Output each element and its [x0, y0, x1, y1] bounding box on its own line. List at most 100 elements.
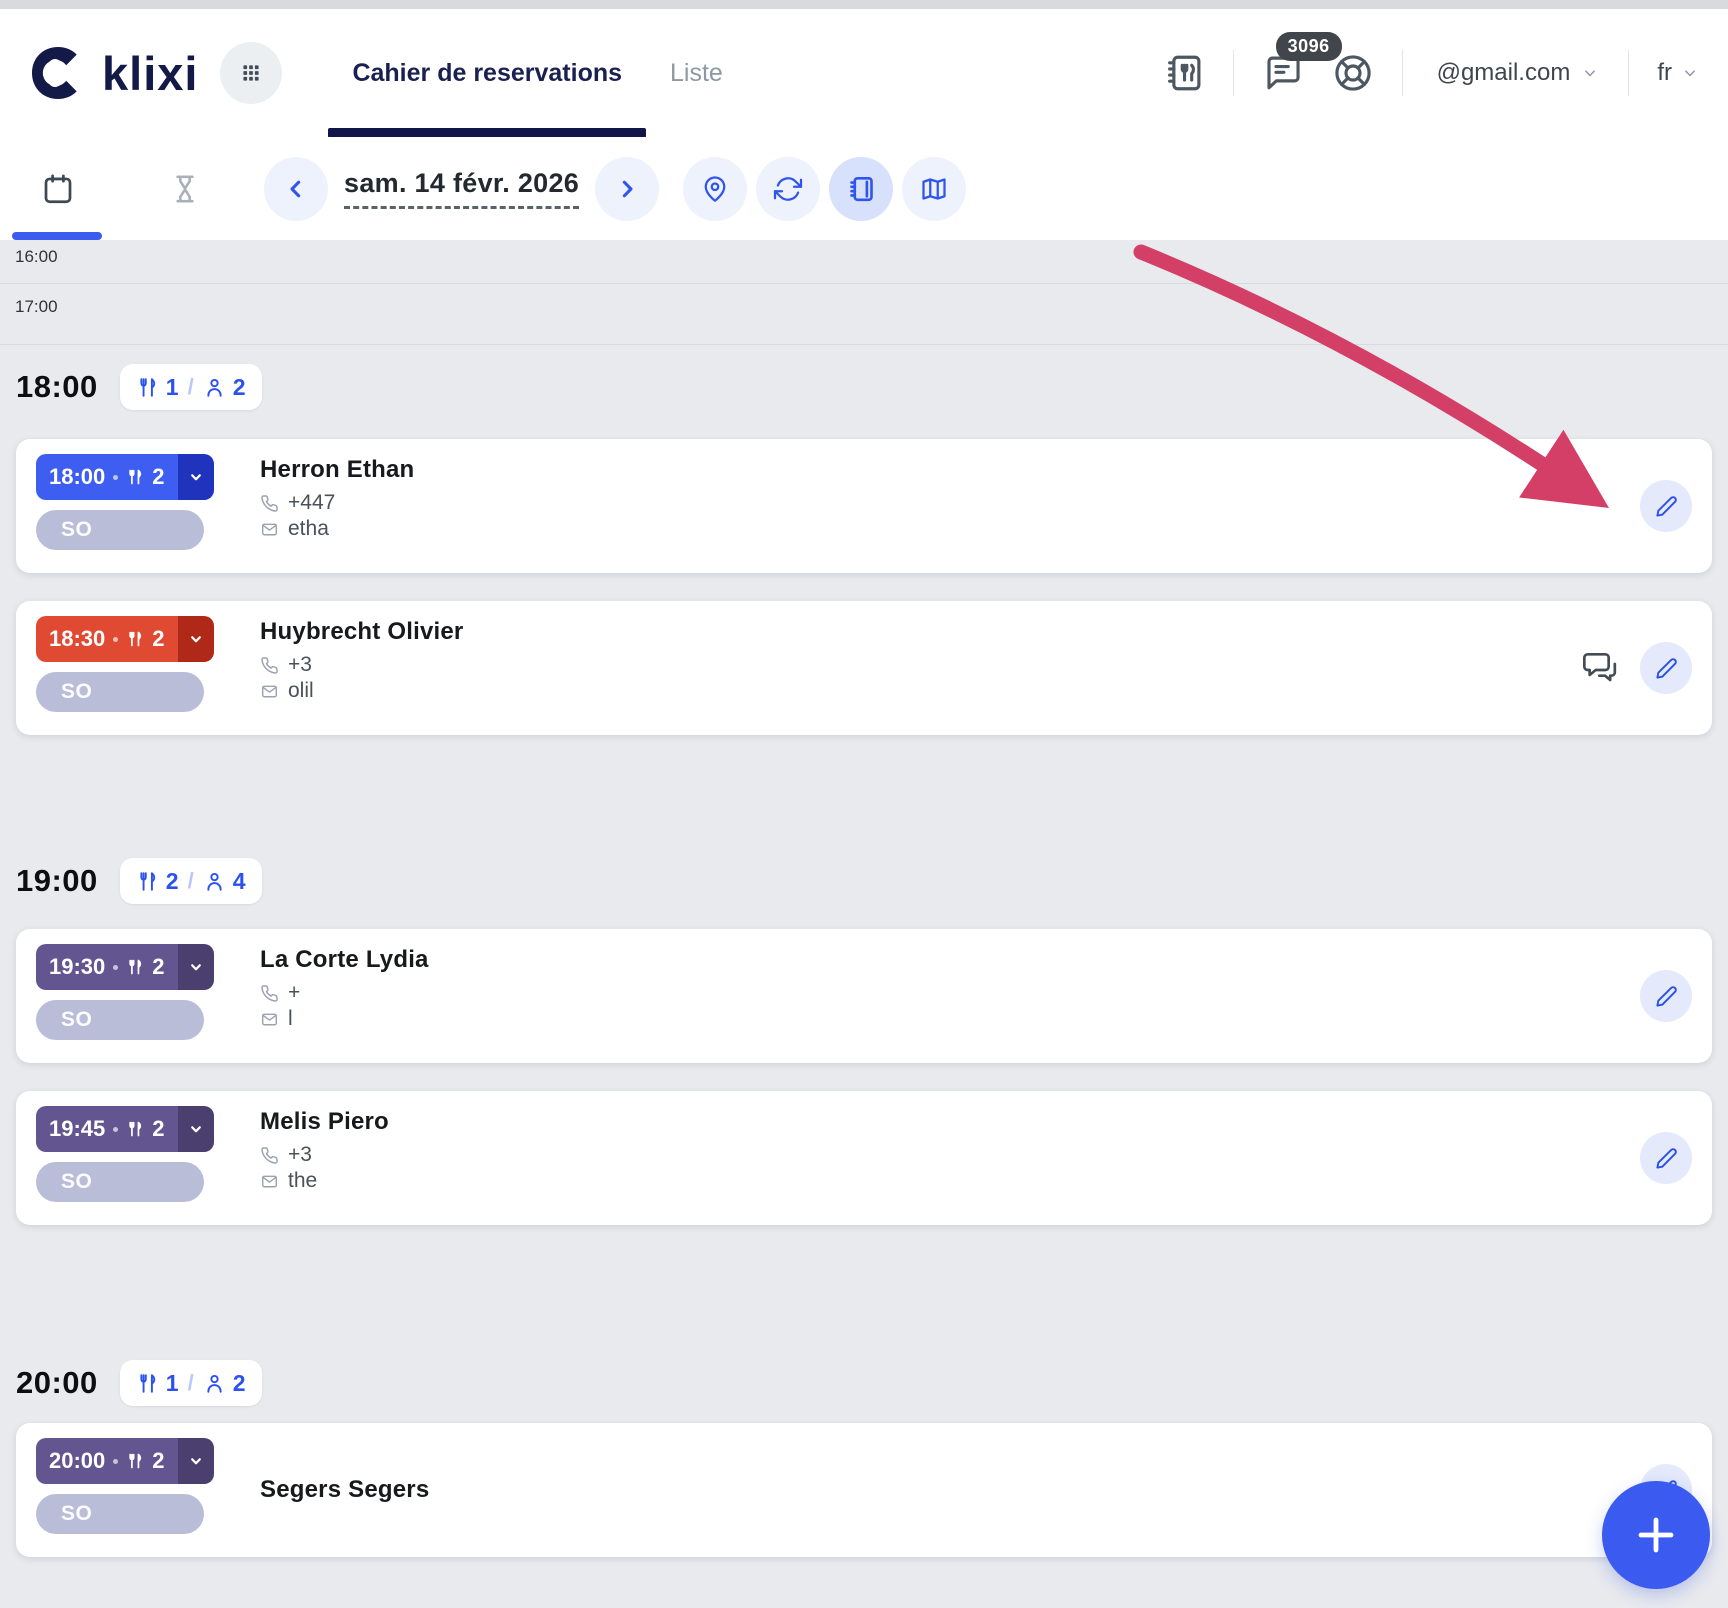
dot-separator — [113, 1126, 119, 1132]
time-row-16: 16:00 — [0, 240, 1728, 284]
date-picker[interactable]: sam. 14 févr. 2026 — [344, 168, 580, 209]
account-menu[interactable]: @gmail.com — [1437, 59, 1601, 87]
section-hour: 18:00 — [16, 369, 98, 404]
calendar-icon — [44, 173, 72, 203]
reservation-card-huybrecht-olivier: 18:30 2 SO Huybrecht Olivier +3 olil — [16, 601, 1712, 735]
envelope-icon — [261, 1175, 278, 1187]
book-view-button[interactable] — [829, 156, 894, 221]
menu-book-icon — [1167, 55, 1201, 91]
menu-book-button[interactable] — [1163, 52, 1205, 94]
next-day-button[interactable] — [595, 156, 660, 221]
time-label: 16:00 — [15, 247, 58, 266]
guest-phone: +447 — [288, 491, 336, 514]
grid-icon — [243, 65, 260, 81]
email-row: l — [260, 1007, 429, 1031]
status-badge: SO — [36, 1000, 204, 1040]
tab-label: Cahier de reservations — [352, 58, 623, 87]
status-label: SO — [61, 518, 93, 541]
chevron-down-icon — [190, 964, 201, 971]
phone-icon — [261, 656, 278, 674]
dot-separator — [113, 1458, 119, 1464]
covers-count: 2 — [152, 464, 165, 489]
reservation-book-page: klixi Cahier de reservations Liste 3096 — [0, 0, 1728, 1608]
edit-reservation-button[interactable] — [1640, 642, 1692, 694]
status-badge: SO — [36, 672, 204, 712]
view-switcher — [683, 156, 967, 221]
time-label: 17:00 — [15, 297, 58, 316]
guests-count: 2 — [232, 373, 246, 400]
guest-phone: +3 — [288, 653, 312, 676]
guest-email: l — [288, 1007, 293, 1030]
section-header-1900: 19:00 2 / 4 — [0, 855, 1728, 907]
guest-name: Segers Segers — [260, 1476, 430, 1503]
reservation-info: Segers Segers — [260, 1476, 429, 1504]
timeline: 16:00 17:00 18:00 1 / 2 18:00 2 SO Herro… — [0, 240, 1728, 1557]
edit-reservation-button[interactable] — [1640, 480, 1692, 532]
guest-email: etha — [288, 517, 329, 540]
klixi-logo-icon — [32, 47, 77, 99]
email-row: olil — [260, 679, 463, 703]
pencil-icon — [1655, 495, 1677, 517]
edit-reservation-button[interactable] — [1640, 1132, 1692, 1184]
email-row: etha — [260, 517, 414, 541]
refresh-button[interactable] — [756, 156, 821, 221]
email-row: the — [260, 1169, 389, 1193]
section-hour: 19:00 — [16, 863, 98, 898]
tab-liste[interactable]: Liste — [646, 9, 747, 137]
cutlery-icon — [129, 1453, 142, 1469]
language-selector[interactable]: fr — [1657, 59, 1700, 87]
chat-bubbles-icon — [1583, 652, 1617, 682]
floor-map-button[interactable] — [902, 156, 967, 221]
lifebuoy-icon — [1334, 55, 1371, 91]
cutlery-icon — [140, 1373, 155, 1393]
guest-phone: +3 — [288, 1143, 312, 1166]
phone-icon — [261, 494, 278, 512]
cutlery-icon — [140, 871, 155, 891]
guest-email: the — [288, 1169, 318, 1192]
tables-count: 1 — [165, 373, 179, 400]
guest-phone: + — [288, 981, 301, 1004]
reservation-time-badge[interactable]: 18:00 2 — [36, 454, 214, 500]
covers-count: 2 — [152, 954, 165, 979]
guest-name: Melis Piero — [260, 1108, 389, 1135]
app-header: klixi Cahier de reservations Liste 3096 — [0, 9, 1728, 138]
tab-cahier-de-reservations[interactable]: Cahier de reservations — [328, 9, 647, 138]
notebook-icon — [850, 176, 873, 201]
status-label: SO — [61, 1502, 93, 1525]
help-button[interactable] — [1332, 52, 1374, 94]
envelope-icon — [261, 685, 278, 697]
section-summary-badge: 1 / 2 — [119, 364, 262, 410]
section-header-1800: 18:00 1 / 2 — [0, 361, 1728, 413]
badge-column: 18:00 2 SO — [36, 454, 232, 550]
apps-menu-button[interactable] — [220, 42, 283, 104]
status-label: SO — [61, 680, 93, 703]
section-hour: 20:00 — [16, 1365, 98, 1400]
messages-button[interactable]: 3096 — [1262, 32, 1342, 94]
separator: / — [187, 868, 194, 893]
conversation-button[interactable] — [1580, 648, 1620, 688]
dot-separator — [113, 474, 119, 480]
reservation-time-badge[interactable]: 19:30 2 — [36, 944, 214, 990]
reservation-info: Herron Ethan +447 etha — [260, 454, 414, 541]
chevron-down-icon — [190, 474, 201, 481]
reservation-card-melis-piero: 19:45 2 SO Melis Piero +3 the — [16, 1091, 1712, 1225]
top-strip — [0, 0, 1728, 9]
previous-day-button[interactable] — [264, 156, 328, 221]
date-toolbar: sam. 14 févr. 2026 — [0, 137, 1728, 240]
section-summary-badge: 1 / 2 — [119, 1360, 262, 1406]
reservation-time-badge[interactable]: 19:45 2 — [36, 1106, 214, 1152]
envelope-icon — [261, 523, 278, 535]
pending-view-button[interactable] — [168, 172, 202, 206]
logo-text: klixi — [102, 46, 199, 100]
chevron-down-icon — [190, 636, 201, 643]
reservation-card-herron-ethan: 18:00 2 SO Herron Ethan +447 etha — [16, 439, 1712, 573]
reservation-time-badge[interactable]: 20:00 2 — [36, 1438, 214, 1484]
divider — [1401, 50, 1403, 96]
location-button[interactable] — [683, 156, 748, 221]
reservation-info: Melis Piero +3 the — [260, 1106, 389, 1193]
add-reservation-fab[interactable] — [1602, 1481, 1710, 1589]
edit-reservation-button[interactable] — [1640, 970, 1692, 1022]
divider — [1232, 50, 1234, 96]
calendar-view-button[interactable] — [40, 171, 76, 207]
reservation-time-badge[interactable]: 18:30 2 — [36, 616, 214, 662]
